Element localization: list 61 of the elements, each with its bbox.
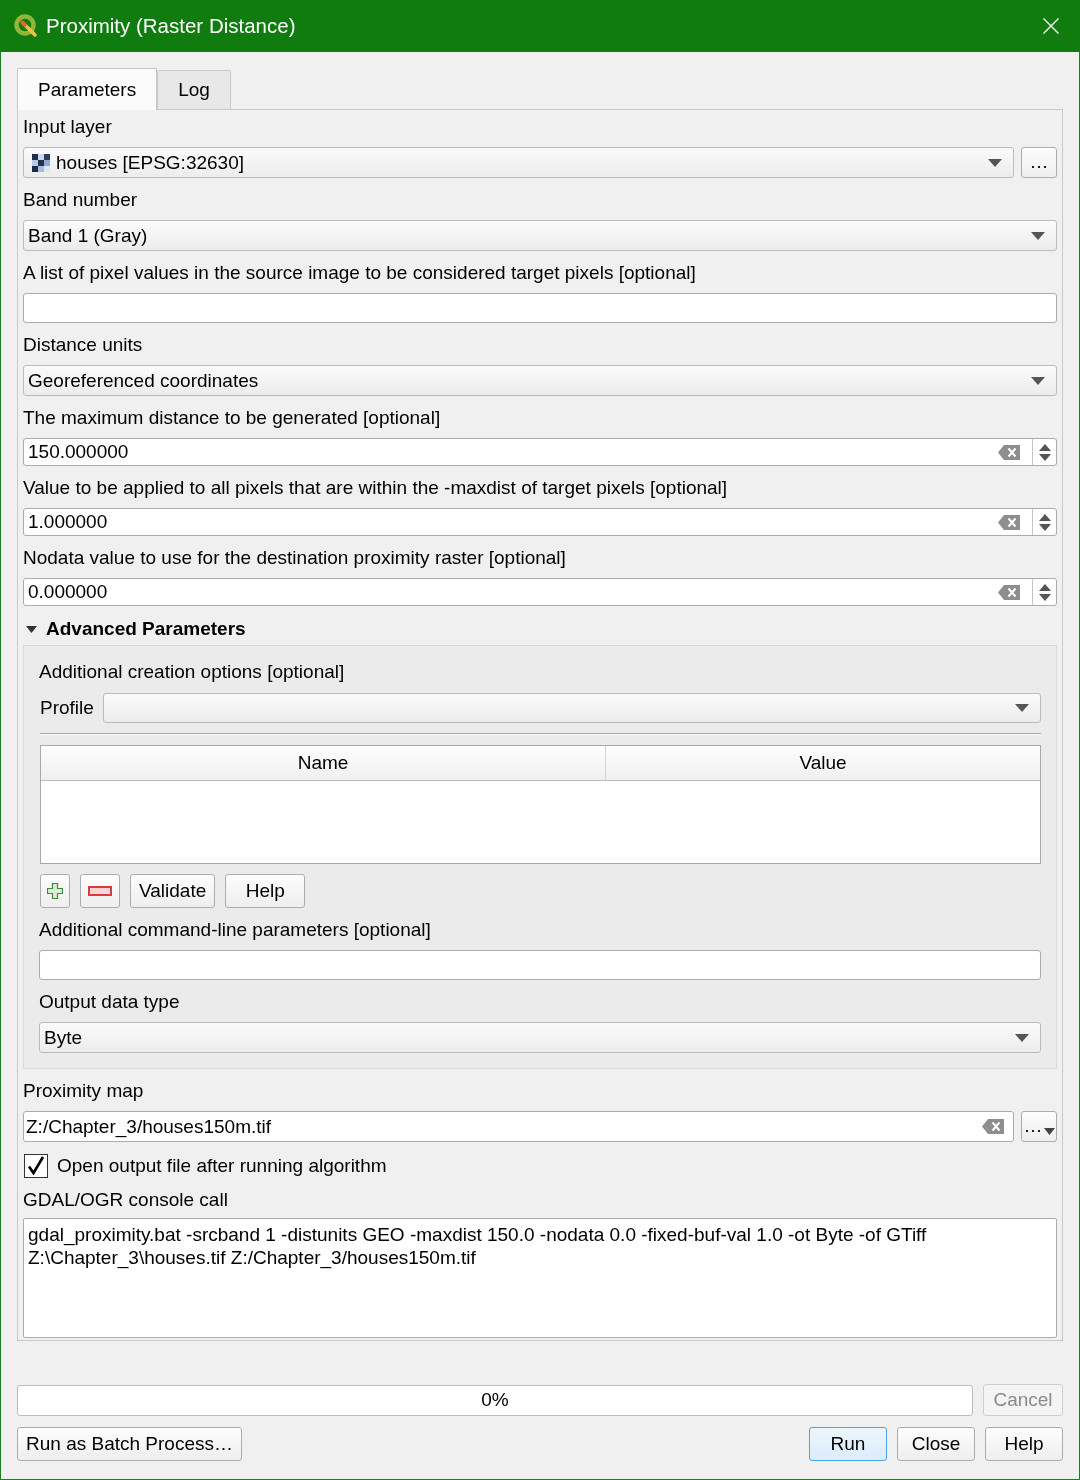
field-label: A list of pixel values in the source image to be considered target pixels [optional]: [23, 262, 697, 283]
field-label: The maximum distance to be generated [optional]: [23, 407, 442, 428]
input-field[interactable]: [39, 950, 1041, 980]
field-label: Distance units: [23, 334, 144, 355]
run-button[interactable]: Run: [809, 1427, 887, 1461]
clear-icon[interactable]: [998, 584, 1020, 600]
caret-icon: [1031, 376, 1045, 385]
caret-icon: [1015, 704, 1029, 712]
browse-button[interactable]: …: [1021, 147, 1057, 178]
up-arrow-icon[interactable]: [1038, 513, 1051, 521]
column-header: Value: [605, 746, 1040, 781]
close-button[interactable]: Close: [897, 1427, 975, 1461]
help-button[interactable]: Help: [225, 874, 306, 908]
down-arrow-icon[interactable]: [1038, 523, 1051, 531]
field-label: Additional creation options [optional]: [39, 661, 346, 682]
logo-icon: [14, 14, 38, 38]
dropdown[interactable]: Byte: [39, 1022, 1041, 1053]
checkbox[interactable]: [24, 1154, 48, 1178]
field-label: Nodata value to use for the destination proximity raster [optional]: [23, 547, 567, 568]
plus-icon: [47, 883, 63, 899]
field-label: Additional command-line parameters [optional]: [39, 919, 432, 940]
up-arrow-icon[interactable]: [1038, 443, 1051, 451]
help-button[interactable]: Help: [985, 1427, 1063, 1461]
field-label: Output data type: [39, 991, 181, 1012]
field-label: Proximity map: [23, 1080, 145, 1101]
field-label: Value to be applied to all pixels that are within the -maxdist of target pixels [optional]: [23, 477, 729, 498]
tab[interactable]: Parameters: [17, 68, 158, 110]
input-field[interactable]: [23, 293, 1057, 323]
clear-icon[interactable]: [998, 444, 1020, 460]
validate-button[interactable]: Validate: [130, 874, 216, 908]
caret-icon: [1015, 1033, 1029, 1042]
checker-grid-icon: [32, 153, 50, 172]
column-header: Name: [41, 746, 605, 781]
caret-icon: [1031, 231, 1045, 240]
caret-icon: [1043, 1128, 1055, 1135]
dropdown[interactable]: Georeferenced coordinates: [23, 365, 1057, 396]
caret-icon: [988, 158, 1002, 167]
field-label: GDAL/OGR console call: [23, 1189, 229, 1210]
field-label: Profile: [39, 697, 94, 719]
window-title: Proximity (Raster Distance): [46, 14, 297, 38]
batch-process-button[interactable]: Run as Batch Process…: [17, 1427, 242, 1461]
dropdown[interactable]: Band 1 (Gray): [23, 220, 1057, 251]
minus-icon: [88, 886, 112, 896]
tab[interactable]: Log: [157, 70, 231, 109]
add-button[interactable]: [40, 874, 70, 908]
clear-icon[interactable]: [982, 1119, 1004, 1134]
up-arrow-icon[interactable]: [1038, 583, 1051, 591]
console-text-area[interactable]: gdal_proximity.bat -srcband 1 -distunits GEO -maxdist 150.0 -nodata 0.0 -fixed-buf-val 1.0 -ot Byte -of GTiff Z:\Chapter_3\houses.tif Z:/Chapter_3/houses150m.tif: [23, 1218, 1057, 1338]
close-icon[interactable]: [1043, 18, 1059, 34]
down-arrow-icon[interactable]: [1038, 453, 1051, 461]
field-label: Input layer: [23, 116, 113, 137]
down-arrow-icon[interactable]: [1038, 593, 1051, 601]
remove-button[interactable]: [80, 874, 120, 908]
field-label: Band number: [23, 189, 139, 210]
layer-dropdown[interactable]: houses [EPSG:32630]: [23, 147, 1014, 178]
browse-button[interactable]: …: [1021, 1111, 1057, 1142]
clear-icon[interactable]: [998, 514, 1020, 530]
expanded-triangle-icon[interactable]: [26, 625, 37, 633]
checkbox-label[interactable]: Open output file after running algorithm: [57, 1155, 387, 1177]
progress-text: 0%: [481, 1389, 509, 1411]
group-title[interactable]: Advanced Parameters: [46, 618, 246, 640]
